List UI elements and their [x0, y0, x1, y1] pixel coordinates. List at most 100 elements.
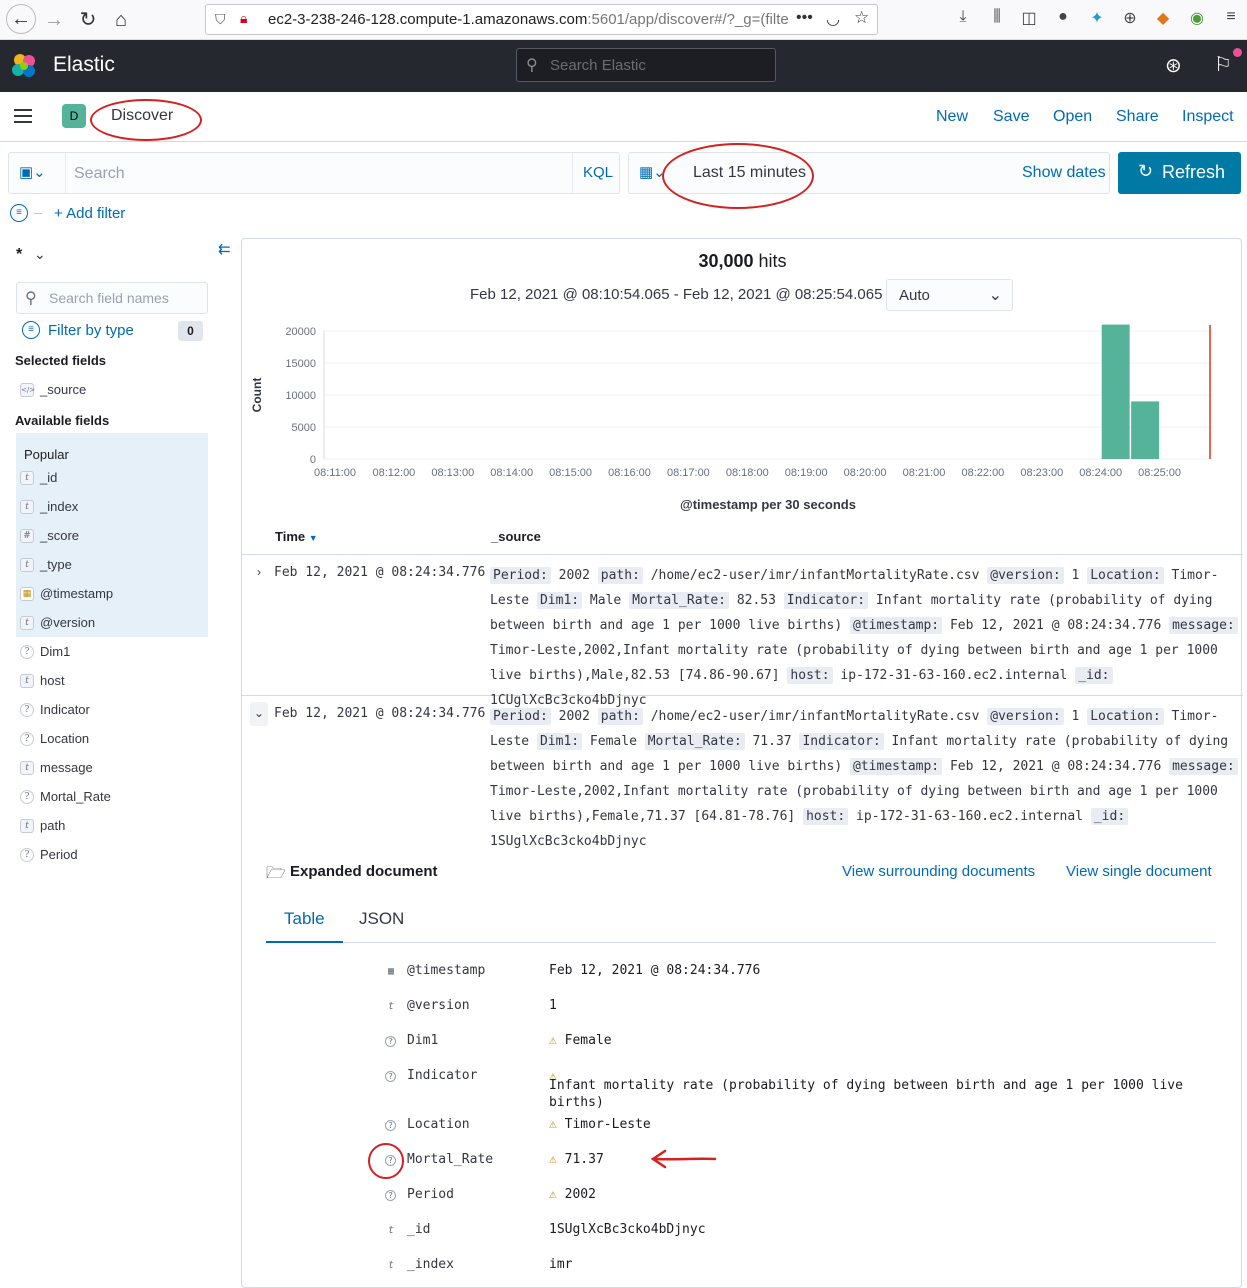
field-search-input[interactable]: ⚲ Search field names [16, 282, 208, 314]
popular-title: Popular [24, 447, 69, 462]
help-icon[interactable]: ⊛ [1165, 53, 1182, 78]
source-field-key: message: [1169, 758, 1238, 775]
doc-tabs: Table JSON [266, 899, 1216, 943]
more-icon[interactable]: ••• [796, 9, 813, 27]
source-field-value: 2002 [550, 568, 598, 583]
field-item[interactable]: ? Dim1 [17, 638, 207, 667]
view-surrounding-link[interactable]: View surrounding documents [842, 863, 1035, 880]
chevron-down-icon[interactable]: ⌄ [34, 246, 46, 263]
hamburger-menu-icon[interactable] [14, 109, 32, 123]
source-field-value: ip-172-31-63-160.ec2.internal [848, 809, 1091, 824]
expand-chevron-icon[interactable]: › [250, 565, 268, 579]
hits-count: 30,000 hits [242, 251, 1243, 272]
url-bar[interactable]: ⛉ 🔒︎ ec2-3-238-246-128.compute-1.amazona… [205, 4, 878, 35]
detail-value-text: 71.37 [564, 1152, 604, 1167]
fox-extension-icon[interactable]: ◆ [1152, 8, 1174, 28]
string-type-icon: t [20, 616, 34, 630]
unknown-type-icon: ? [385, 1190, 396, 1201]
field-name: _type [40, 557, 72, 572]
view-single-link[interactable]: View single document [1066, 863, 1212, 880]
tab-table[interactable]: Table [284, 909, 325, 929]
collapse-chevron-icon[interactable]: ⌄ [250, 702, 268, 726]
collapse-sidebar-icon[interactable]: ⇇ [218, 240, 231, 258]
interval-select[interactable]: Auto ⌄ [886, 279, 1013, 311]
time-column-header[interactable]: Time ▼ [275, 529, 318, 544]
field-item[interactable]: t path [17, 812, 207, 841]
warning-icon: ⚠ [549, 1033, 565, 1048]
filter-by-type-button[interactable]: Filter by type [48, 322, 134, 339]
field-item[interactable]: t host [17, 667, 207, 696]
color-extension-icon[interactable]: ◉ [1186, 8, 1208, 28]
doc-source: Period: 2002 path: /home/ec2-user/imr/in… [490, 563, 1238, 713]
expanded-document-title: Expanded document [290, 863, 438, 880]
save-link[interactable]: Save [993, 108, 1029, 126]
field-item[interactable]: t _type [17, 551, 207, 580]
field-item[interactable]: t _id [17, 464, 207, 493]
filter-icon[interactable]: ≡ [22, 321, 40, 339]
field-name: _id [40, 470, 58, 485]
string-type-icon: t [387, 1001, 395, 1012]
add-filter-button[interactable]: + Add filter [54, 205, 125, 222]
elastic-logo-icon[interactable] [10, 52, 38, 80]
source-field-key: path: [597, 708, 643, 725]
inspect-link[interactable]: Inspect [1182, 108, 1234, 126]
source-field-value: 2002 [550, 709, 598, 724]
bookmark-star-icon[interactable]: ☆ [854, 8, 869, 28]
field-item-source[interactable]: </> _source [17, 376, 207, 405]
back-icon[interactable]: ← [6, 4, 36, 34]
url-host: ec2-3-238-246-128.compute-1.amazonaws.co… [268, 11, 588, 28]
global-search-input[interactable]: ⚲ Search Elastic [516, 48, 776, 82]
open-link[interactable]: Open [1053, 108, 1092, 126]
field-item[interactable]: ? Indicator [17, 696, 207, 725]
query-input[interactable]: Search [65, 153, 573, 193]
field-item[interactable]: # _score [17, 522, 207, 551]
string-type-icon: t [20, 761, 34, 775]
download-icon[interactable]: ⤓ [952, 8, 974, 26]
tab-json[interactable]: JSON [359, 909, 404, 929]
index-pattern-label[interactable]: * [16, 246, 22, 264]
y-tick-label: 0 [310, 454, 316, 466]
sidebar-icon[interactable]: ◫ [1018, 8, 1040, 28]
extension-icon[interactable]: ✦ [1086, 8, 1108, 28]
detail-row: ▦ @timestamp Feb 12, 2021 @ 08:24:34.776 [382, 963, 1222, 993]
field-item[interactable]: ▦ @timestamp [17, 580, 207, 609]
string-type-icon: t [20, 500, 34, 514]
newsfeed-icon[interactable]: ⚐ [1214, 52, 1232, 77]
field-item[interactable]: t _index [17, 493, 207, 522]
field-name: _source [40, 382, 87, 397]
pocket-icon[interactable]: ◡ [826, 9, 840, 29]
home-icon[interactable]: ⌂ [107, 6, 135, 34]
globe-icon[interactable]: ⊕ [1119, 8, 1141, 28]
detail-value-text: Feb 12, 2021 @ 08:24:34.776 [549, 963, 761, 978]
detail-field-value: imr [549, 1257, 572, 1272]
refresh-button[interactable]: ↻ Refresh [1118, 152, 1241, 194]
menu-icon[interactable]: ≡ [1220, 8, 1242, 26]
field-item[interactable]: ? Period [17, 841, 207, 870]
detail-value-text: Infant mortality rate (probability of dy… [549, 1078, 1183, 1110]
field-name: Mortal_Rate [40, 789, 111, 804]
reload-icon[interactable]: ↻ [74, 6, 102, 34]
space-avatar[interactable]: D [62, 104, 86, 128]
url-path: :5601/app/discover#/?_g=(filters:!( [587, 11, 788, 28]
search-icon: ⚲ [526, 57, 538, 74]
new-link[interactable]: New [936, 108, 968, 126]
field-item[interactable]: ? Mortal_Rate [17, 783, 207, 812]
library-icon[interactable]: ⫼ [986, 8, 1008, 26]
detail-value-text: 1 [549, 998, 557, 1013]
kql-toggle[interactable]: KQL [583, 164, 613, 181]
doc-source: Period: 2002 path: /home/ec2-user/imr/in… [490, 704, 1238, 854]
field-item[interactable]: ? Location [17, 725, 207, 754]
field-item[interactable]: t message [17, 754, 207, 783]
share-link[interactable]: Share [1116, 108, 1159, 126]
show-dates-link[interactable]: Show dates [1022, 164, 1106, 182]
source-field-value: Feb 12, 2021 @ 08:24:34.776 [942, 618, 1170, 633]
filter-menu-icon[interactable]: ≡ [10, 204, 28, 222]
account-icon[interactable]: ● [1052, 8, 1074, 26]
forward-icon[interactable]: → [40, 6, 68, 34]
saved-query-icon[interactable]: ▣⌄ [19, 163, 46, 181]
source-field-key: host: [787, 667, 833, 684]
shield-icon: ⛉ [215, 11, 226, 27]
field-item[interactable]: t @version [17, 609, 207, 638]
detail-field-value: 1 [549, 998, 557, 1013]
search-icon: ⚲ [25, 290, 37, 307]
